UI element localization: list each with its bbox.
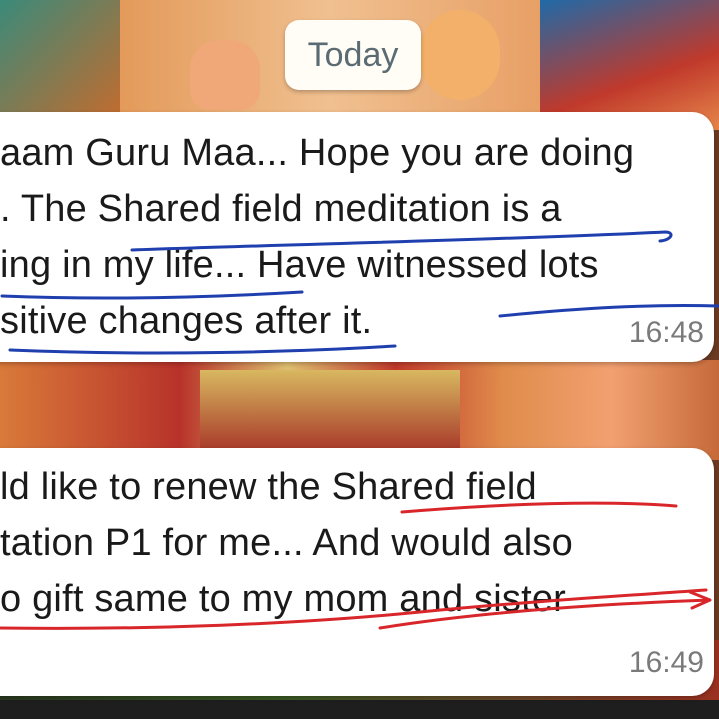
message-line: ld like to renew the Shared field xyxy=(0,466,537,508)
message-line: . The Shared field meditation is a xyxy=(0,188,562,230)
wallpaper-hand xyxy=(190,40,260,110)
message-timestamp: 16:48 xyxy=(628,316,704,349)
wallpaper-section xyxy=(200,370,460,450)
message-line: ing in my life... Have witnessed lots xyxy=(0,244,599,286)
wallpaper-section xyxy=(540,0,719,130)
message-timestamp: 16:49 xyxy=(628,646,704,679)
message-line: tation P1 for me... And would also xyxy=(0,522,573,564)
message-bubble[interactable]: aam Guru Maa... Hope you are doing . The… xyxy=(0,112,714,362)
message-bubble[interactable]: ld like to renew the Shared field tation… xyxy=(0,448,714,696)
message-line: o gift same to my mom and sister xyxy=(0,578,567,620)
message-line: sitive changes after it. xyxy=(0,300,373,342)
wallpaper-figure xyxy=(420,10,500,100)
date-separator-chip: Today xyxy=(285,20,421,90)
wallpaper-section xyxy=(0,700,719,719)
wallpaper-section xyxy=(0,0,120,130)
message-line: aam Guru Maa... Hope you are doing xyxy=(0,132,635,174)
